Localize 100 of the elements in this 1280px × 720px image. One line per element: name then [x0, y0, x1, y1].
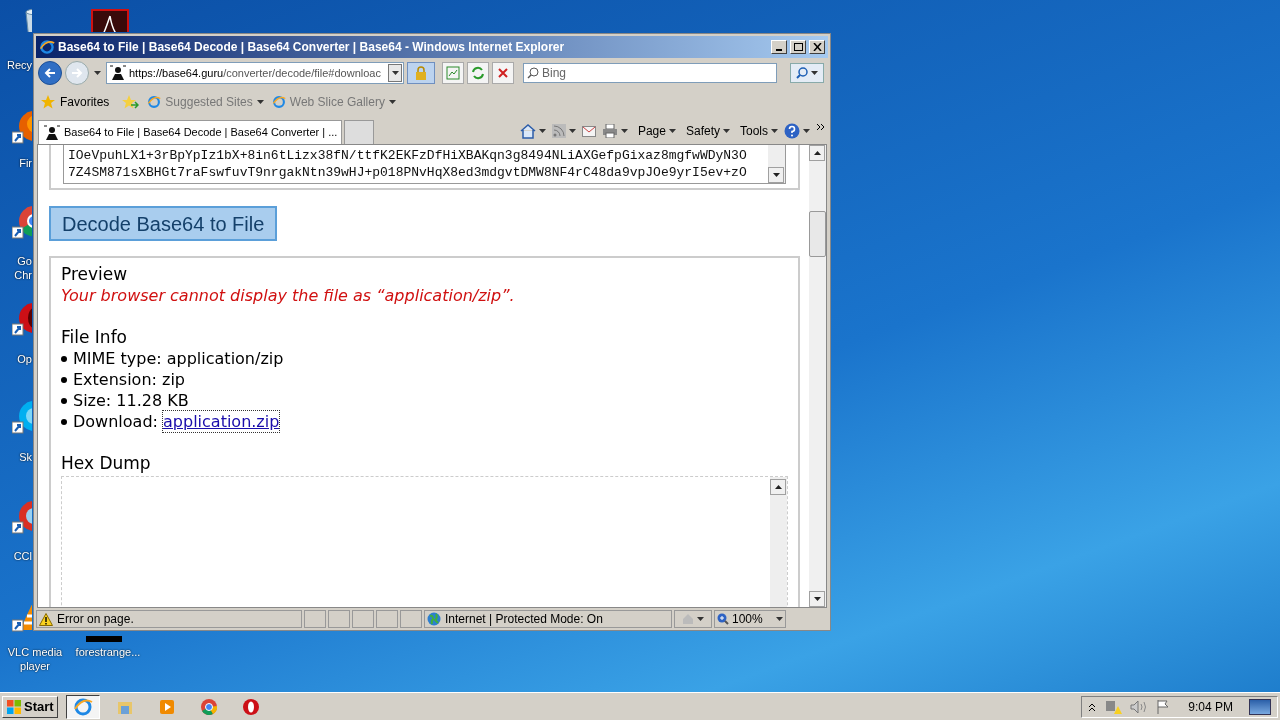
caret-icon	[568, 129, 576, 133]
scroll-down-button[interactable]	[768, 167, 784, 183]
status-message: Error on page.	[57, 611, 134, 628]
file-info-text: Download:	[73, 411, 159, 432]
section-heading: File Info	[61, 327, 128, 348]
protected-mode-button[interactable]	[674, 610, 712, 628]
caret-icon	[771, 129, 778, 133]
scroll-up-button[interactable]	[770, 479, 786, 495]
bullet-icon	[61, 376, 67, 383]
bullet-icon	[61, 418, 67, 425]
shortcut-icon[interactable]	[90, 8, 130, 32]
down-arrow-icon	[772, 173, 780, 177]
favorites-star-icon	[40, 94, 56, 110]
base64-text-line: IOeVpuhLX1+3rBpYpIz1bX+8in6tLizx38fN/ttfK2EKFzDfHiXBAKqn3g8494NLiAXGefpGixaz8mgfwWDyN3O	[68, 147, 747, 164]
minimize-button[interactable]	[771, 40, 787, 54]
browser-tab[interactable]: Base64 to File | Base64 Decode | Base64 Converter | ...	[38, 120, 343, 144]
mail-icon[interactable]	[581, 125, 596, 137]
printer-icon	[601, 124, 618, 138]
history-button[interactable]	[92, 71, 103, 75]
command-menu[interactable]: Tools	[740, 122, 778, 140]
command-menu[interactable]: Safety	[685, 122, 730, 140]
caret-icon	[388, 100, 396, 104]
zoom-button[interactable]: 100%	[714, 610, 786, 628]
caret-icon	[391, 71, 399, 75]
help-icon	[784, 123, 800, 139]
file-info-text: Size: 11.28 KB	[73, 390, 189, 411]
maximize-icon	[793, 43, 803, 51]
icon-label: Sk	[18, 450, 32, 464]
preview-message: Your browser cannot display the file as “application/zip”.	[61, 285, 515, 306]
search-field[interactable]: Bing	[523, 63, 777, 83]
stop-button[interactable]	[492, 62, 514, 84]
address-dropdown-button[interactable]	[388, 64, 402, 82]
caret-icon	[256, 100, 264, 104]
more-tools-icon[interactable]	[816, 123, 826, 131]
feed-icon	[551, 124, 566, 138]
caret-icon	[723, 129, 730, 133]
window-title: Base64 to File | Base64 Decode | Base64 Converter | Base64 - Windows Internet Explorer	[58, 39, 566, 56]
taskbar-button[interactable]	[65, 694, 100, 719]
caret-icon	[697, 617, 704, 621]
status-pane	[328, 610, 350, 628]
icon-label: Go Chr	[14, 254, 32, 282]
command-menu[interactable]: Page	[637, 122, 676, 140]
caret-icon	[811, 71, 818, 75]
scroll-up-button[interactable]	[809, 145, 825, 161]
icon-label: Op	[16, 352, 32, 366]
scroll-thumb[interactable]	[809, 211, 826, 257]
show-hidden-icons[interactable]	[1088, 701, 1097, 712]
caret-icon	[803, 129, 810, 133]
site-icon	[43, 123, 61, 142]
back-arrow-icon	[44, 67, 56, 79]
close-button[interactable]	[809, 40, 825, 54]
address-field[interactable]: https://base64.guru/converter/decode/file#downloac	[106, 62, 404, 84]
favorites-button[interactable]: Favorites	[60, 93, 110, 111]
volume-icon[interactable]	[1130, 698, 1149, 715]
print-button[interactable]	[601, 124, 628, 138]
help-button[interactable]	[784, 123, 810, 139]
maximize-button[interactable]	[790, 40, 806, 54]
icon-label: CCl	[12, 549, 32, 563]
browser-icon	[72, 696, 93, 717]
back-button[interactable]	[38, 61, 62, 85]
caret-icon	[538, 129, 546, 133]
caret-icon	[620, 129, 628, 133]
chart-icon	[446, 66, 460, 80]
section-heading: Hex Dump	[61, 453, 151, 474]
warning-icon	[39, 612, 53, 626]
caret-icon	[776, 617, 783, 621]
feeds-button[interactable]	[551, 124, 576, 138]
app-icon	[240, 696, 261, 717]
search-button[interactable]	[790, 63, 824, 83]
up-arrow-icon	[813, 151, 821, 155]
show-desktop-button[interactable]	[1249, 698, 1271, 715]
browser-icon	[271, 95, 286, 109]
caret-icon	[668, 129, 676, 133]
download-link[interactable]: application.zip	[163, 411, 280, 432]
zoom-icon	[717, 613, 729, 625]
file-info-text: Extension: zip	[73, 369, 186, 390]
base64-input-field[interactable]: IOeVpuhLX1+3rBpYpIz1bX+8in6tLizx38fN/ttfK2EKFzDfHiXBAKqn3g8494NLiAXGefpGixaz8mgfwWDyN3O 7Z4SM871sXBHGt7raFswfuvT9nrgakNtn39wHJ+p018PNvHqX8ed3mdgvtDMW8NF4rC48da9vpJOe9yrI5ev+zO	[63, 145, 786, 184]
down-arrow-icon	[813, 597, 821, 601]
icon-label: Recy	[6, 58, 32, 72]
house-lock-icon	[682, 613, 694, 625]
history-caret-icon	[94, 71, 101, 75]
browser-icon	[147, 95, 162, 109]
home-button[interactable]	[519, 123, 546, 139]
close-icon	[812, 43, 822, 51]
clock: 9:04 PM	[1188, 698, 1233, 716]
status-pane	[352, 610, 374, 628]
start-button[interactable]: Start	[2, 695, 58, 718]
icon-label: VLC media player	[6, 645, 64, 673]
status-pane	[304, 610, 326, 628]
icon-label: Fir	[18, 156, 32, 170]
lock-icon	[415, 66, 427, 80]
decode-button[interactable]: Decode Base64 to File	[49, 206, 278, 241]
status-pane	[376, 610, 398, 628]
home-icon	[519, 123, 536, 139]
browser-icon	[39, 39, 55, 55]
refresh-button[interactable]	[467, 62, 489, 84]
security-zone: Internet | Protected Mode: On	[445, 611, 603, 628]
file-info-text: MIME type: application/zip	[73, 348, 284, 369]
scroll-down-button[interactable]	[809, 591, 825, 607]
close-icon	[498, 68, 508, 78]
